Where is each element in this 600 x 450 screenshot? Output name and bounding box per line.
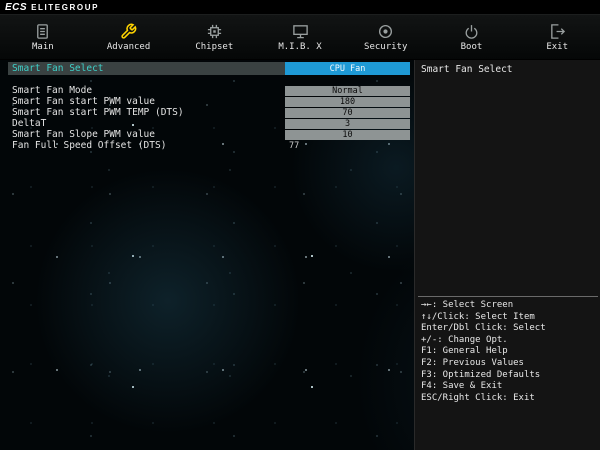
setting-label: DeltaT: [12, 118, 47, 129]
setting-value-readonly: 77: [289, 140, 300, 151]
setting-value[interactable]: 3: [285, 118, 410, 129]
bios-setup-screen: ECS ELITEGROUP Main Advanced Chipset M.I…: [0, 0, 600, 450]
power-icon: [463, 23, 480, 40]
key-hint: +/-: Change Opt.: [421, 334, 508, 345]
tab-label: Main: [32, 41, 54, 52]
setting-label: Smart Fan start PWM value: [12, 96, 155, 107]
key-hint: ↑↓/Click: Select Item: [421, 311, 535, 322]
tab-label: Chipset: [195, 41, 234, 52]
setting-row-smart-fan-mode[interactable]: Smart Fan Mode Normal: [8, 85, 410, 96]
tab-boot[interactable]: Boot: [429, 15, 515, 59]
setting-row-smart-fan-select[interactable]: Smart Fan Select CPU Fan: [8, 62, 410, 75]
key-legend: →←: Select Screen ↑↓/Click: Select Item …: [421, 300, 599, 404]
monitor-icon: [292, 23, 309, 40]
tab-main[interactable]: Main: [0, 15, 86, 59]
top-logo-bar: ECS ELITEGROUP: [0, 0, 600, 14]
document-icon: [34, 23, 51, 40]
tab-mib-x[interactable]: M.I.B. X: [257, 15, 343, 59]
exit-icon: [549, 23, 566, 40]
setting-label: Smart Fan start PWM TEMP (DTS): [12, 107, 184, 118]
key-hint: F1: General Help: [421, 346, 508, 357]
key-hint: F2: Previous Values: [421, 357, 524, 368]
setting-value[interactable]: CPU Fan: [285, 62, 410, 75]
key-hint: →←: Select Screen: [421, 300, 514, 310]
tab-label: Security: [364, 41, 408, 52]
ecs-logo-icon: ECS: [5, 1, 28, 13]
key-hint: Enter/Dbl Click: Select: [421, 323, 546, 334]
key-hint: ESC/Right Click: Exit: [421, 392, 535, 403]
target-icon: [377, 23, 394, 40]
tab-exit[interactable]: Exit: [514, 15, 600, 59]
setting-label: Fan Full Speed Offset (DTS): [12, 140, 167, 151]
setting-label: Smart Fan Select: [12, 63, 104, 74]
brand-name: ELITEGROUP: [31, 2, 100, 12]
setting-label: Smart Fan Slope PWM value: [12, 129, 155, 140]
chip-icon: [206, 23, 223, 40]
setting-label: Smart Fan Mode: [12, 85, 93, 96]
setting-value[interactable]: 10: [285, 129, 410, 140]
help-divider: [418, 296, 598, 297]
setting-row-fan-full-speed-offset: Fan Full Speed Offset (DTS) 77: [8, 140, 410, 151]
key-hint: F4: Save & Exit: [421, 381, 503, 392]
setting-value[interactable]: 180: [285, 96, 410, 107]
help-panel: Smart Fan Select →←: Select Screen ↑↓/Cl…: [414, 58, 600, 450]
setting-value[interactable]: 70: [285, 107, 410, 118]
key-hint: F3: Optimized Defaults: [421, 369, 541, 380]
tab-label: M.I.B. X: [278, 41, 322, 52]
tab-label: Advanced: [106, 41, 151, 52]
tab-label: Exit: [546, 41, 569, 52]
setting-row-start-pwm-temp[interactable]: Smart Fan start PWM TEMP (DTS) 70: [8, 107, 410, 118]
tab-chipset[interactable]: Chipset: [171, 15, 257, 59]
tab-advanced[interactable]: Advanced: [86, 15, 172, 59]
wrench-icon: [120, 23, 137, 40]
setting-value[interactable]: Normal: [285, 85, 410, 96]
help-title: Smart Fan Select: [421, 64, 513, 75]
setting-row-start-pwm-value[interactable]: Smart Fan start PWM value 180: [8, 96, 410, 107]
menu-tab-bar: Main Advanced Chipset M.I.B. X Security …: [0, 14, 600, 60]
tab-security[interactable]: Security: [343, 15, 429, 59]
setting-row-slope-pwm-value[interactable]: Smart Fan Slope PWM value 10: [8, 129, 410, 140]
setting-row-deltat[interactable]: DeltaT 3: [8, 118, 410, 129]
tab-label: Boot: [460, 41, 483, 52]
